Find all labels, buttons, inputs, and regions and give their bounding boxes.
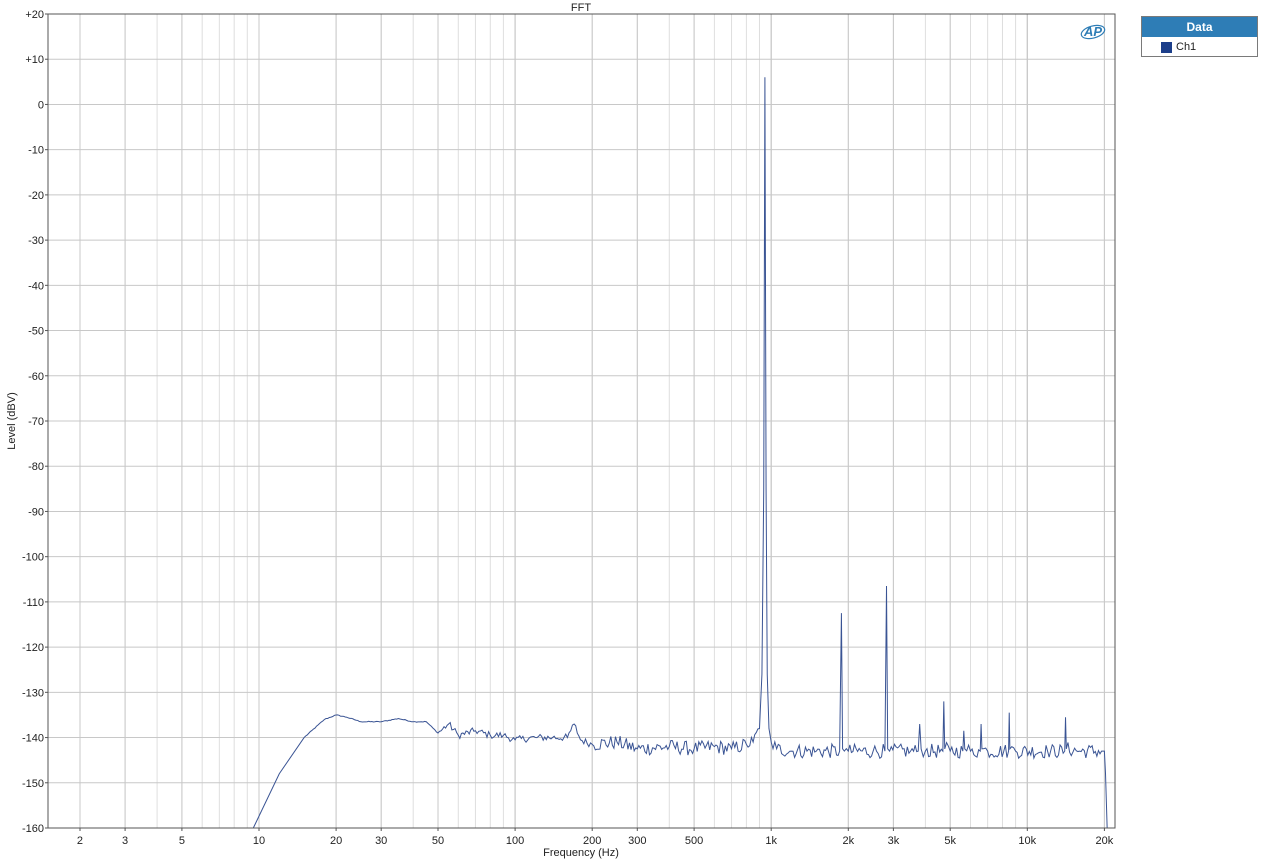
x-tick-label: 200	[583, 835, 601, 847]
x-tick-label: 5k	[944, 835, 956, 847]
y-tick-label: -30	[28, 235, 44, 247]
legend-item-label: Ch1	[1176, 41, 1197, 53]
y-tick-label: -100	[22, 552, 44, 564]
y-tick-label: -160	[22, 823, 44, 835]
legend-swatch	[1161, 41, 1172, 53]
x-tick-label: 300	[628, 835, 646, 847]
x-tick-labels: 2 3 5 10 20 30 50 100 200 300 500 1k 2k 3k 5k 10k 20k	[77, 828, 1114, 847]
y-tick-label: -120	[22, 642, 44, 654]
y-tick-label: -50	[28, 326, 44, 338]
x-tick-label: 5	[179, 835, 185, 847]
y-tick-labels: +20 +10 0 -10 -20 -30 -40 -50 -60 -70 -80 -90 -100 -1…	[22, 9, 48, 835]
x-tick-label: 2	[77, 835, 83, 847]
y-tick-label: -40	[28, 280, 44, 292]
y-tick-label: -140	[22, 733, 44, 745]
x-tick-label: 100	[506, 835, 524, 847]
y-tick-label: -20	[28, 190, 44, 202]
y-tick-label: -90	[28, 506, 44, 518]
x-tick-label: 30	[375, 835, 387, 847]
legend-item-ch1[interactable]: Ch1	[1142, 37, 1257, 57]
x-tick-label: 10k	[1018, 835, 1036, 847]
y-tick-label: -150	[22, 778, 44, 790]
y-tick-label: -130	[22, 687, 44, 699]
y-tick-label: -10	[28, 145, 44, 157]
x-tick-label: 2k	[842, 835, 854, 847]
y-tick-label: -60	[28, 371, 44, 383]
x-tick-label: 3k	[888, 835, 900, 847]
y-tick-label: 0	[38, 99, 44, 111]
x-tick-label: 50	[432, 835, 444, 847]
x-tick-label: 500	[685, 835, 703, 847]
chart-title: FFT	[571, 2, 591, 14]
y-tick-label: -110	[23, 597, 44, 609]
x-tick-label: 20	[330, 835, 342, 847]
y-tick-label: -80	[28, 461, 44, 473]
legend-header: Data	[1142, 17, 1257, 37]
x-tick-label: 10	[253, 835, 265, 847]
fft-chart: +20 +10 0 -10 -20 -30 -40 -50 -60 -70 -80 -90 -100 -1…	[6, 2, 1116, 859]
y-tick-label: +10	[25, 54, 44, 66]
legend: Data Ch1	[1141, 16, 1258, 57]
x-tick-label: 3	[122, 835, 128, 847]
x-axis-title: Frequency (Hz)	[543, 847, 619, 859]
y-axis-title: Level (dBV)	[6, 392, 18, 449]
y-tick-label: -70	[28, 416, 44, 428]
y-tick-label: +20	[25, 9, 44, 21]
x-tick-label: 1k	[765, 835, 777, 847]
x-tick-label: 20k	[1096, 835, 1114, 847]
